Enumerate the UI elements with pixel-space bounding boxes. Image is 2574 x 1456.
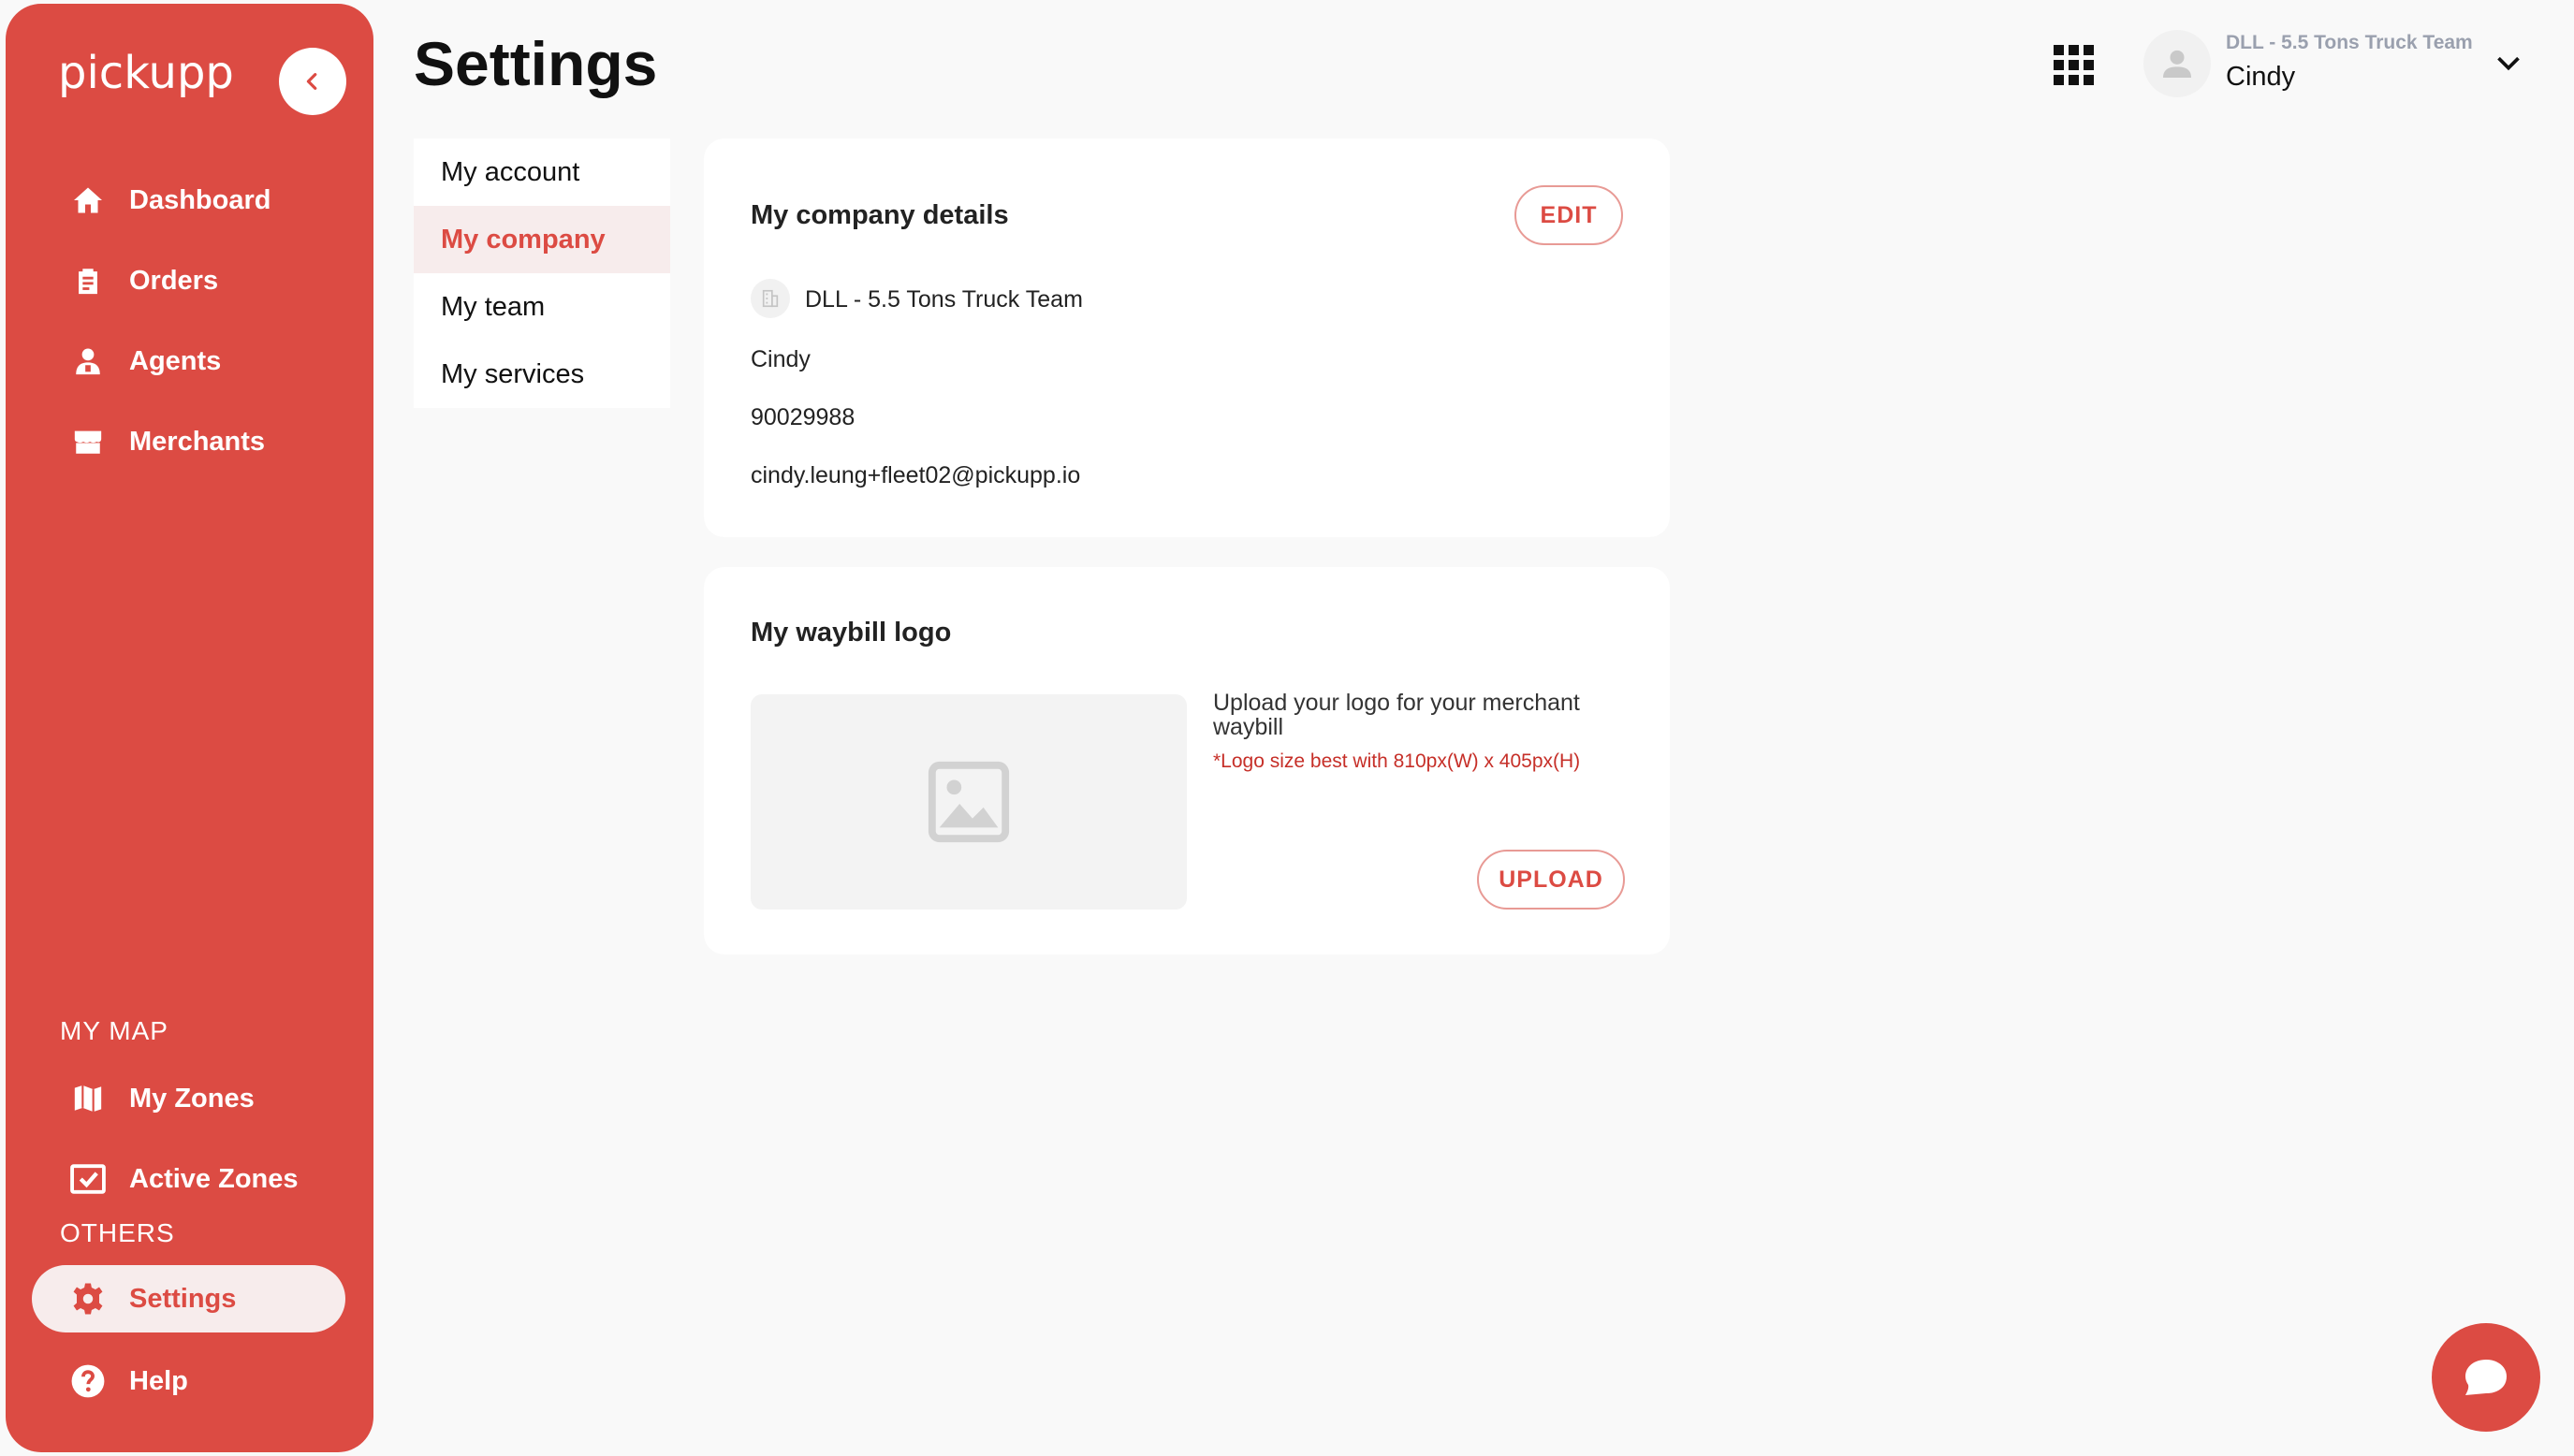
subnav-my-services[interactable]: My services [414, 341, 670, 408]
brand-logo: pickupp [58, 47, 234, 99]
subnav-my-company[interactable]: My company [414, 206, 670, 273]
clipboard-icon [69, 262, 107, 299]
logo-size-hint: *Logo size best with 810px(W) x 405px(H) [1213, 750, 1581, 772]
chat-button[interactable] [2432, 1323, 2540, 1432]
user-menu[interactable]: DLL - 5.5 Tons Truck Team Cindy [2143, 28, 2537, 103]
logo-preview [751, 694, 1187, 910]
waybill-logo-card: My waybill logo Upload your logo for you… [704, 567, 1670, 954]
check-box-icon [69, 1160, 107, 1198]
contact-name: Cindy [751, 346, 811, 372]
waybill-logo-title: My waybill logo [751, 618, 952, 648]
company-details-title: My company details [751, 200, 1009, 230]
nav-my-zones[interactable]: My Zones [32, 1065, 345, 1132]
chevron-left-icon [306, 73, 317, 90]
nav-merchants[interactable]: Merchants [32, 408, 345, 475]
settings-subnav: My account My company My team My service… [414, 138, 670, 408]
nav-help[interactable]: Help [32, 1347, 345, 1415]
nav-merchants-label: Merchants [129, 426, 266, 457]
nav-dashboard-label: Dashboard [129, 184, 271, 215]
nav-agents-label: Agents [129, 345, 222, 376]
upload-description: Upload your logo for your merchant waybi… [1213, 690, 1580, 740]
building-icon [751, 279, 790, 318]
image-placeholder-icon [928, 761, 1010, 843]
apps-grid-icon[interactable] [2054, 45, 2095, 86]
user-team: DLL - 5.5 Tons Truck Team [2226, 32, 2473, 53]
subnav-my-account[interactable]: My account [414, 138, 670, 206]
sidebar: pickupp Dashboard Orders Agents Merchant… [6, 4, 373, 1452]
chat-bubble-icon [2465, 1360, 2507, 1395]
nav-orders[interactable]: Orders [32, 247, 345, 314]
help-icon [69, 1362, 107, 1400]
collapse-sidebar-button[interactable] [279, 48, 346, 115]
company-details-card: My company details EDIT DLL - 5.5 Tons T… [704, 138, 1670, 537]
nav-settings-label: Settings [129, 1283, 237, 1314]
page-title: Settings [414, 29, 658, 98]
map-icon [69, 1080, 107, 1117]
nav-active-zones-label: Active Zones [129, 1163, 299, 1194]
phone-number: 90029988 [751, 404, 856, 430]
chevron-down-icon [2497, 56, 2520, 71]
email-address: cindy.leung+fleet02@pickupp.io [751, 462, 1081, 488]
company-name: DLL - 5.5 Tons Truck Team [805, 286, 1083, 313]
edit-button[interactable]: EDIT [1514, 185, 1623, 245]
upload-button[interactable]: UPLOAD [1477, 850, 1625, 910]
nav-orders-label: Orders [129, 265, 219, 296]
agent-icon [69, 342, 107, 380]
nav-my-zones-label: My Zones [129, 1083, 255, 1114]
nav-settings[interactable]: Settings [32, 1265, 345, 1332]
nav-active-zones[interactable]: Active Zones [32, 1145, 345, 1213]
gear-icon [69, 1280, 107, 1318]
nav-help-label: Help [129, 1365, 188, 1396]
avatar [2143, 30, 2211, 97]
section-my-map: MY MAP [60, 1016, 168, 1045]
store-icon [69, 423, 107, 460]
user-icon [2163, 50, 2191, 78]
section-others: OTHERS [60, 1218, 175, 1247]
user-name: Cindy [2226, 62, 2296, 92]
subnav-my-team[interactable]: My team [414, 273, 670, 341]
nav-agents[interactable]: Agents [32, 328, 345, 395]
nav-dashboard[interactable]: Dashboard [32, 167, 345, 234]
home-icon [69, 182, 107, 219]
